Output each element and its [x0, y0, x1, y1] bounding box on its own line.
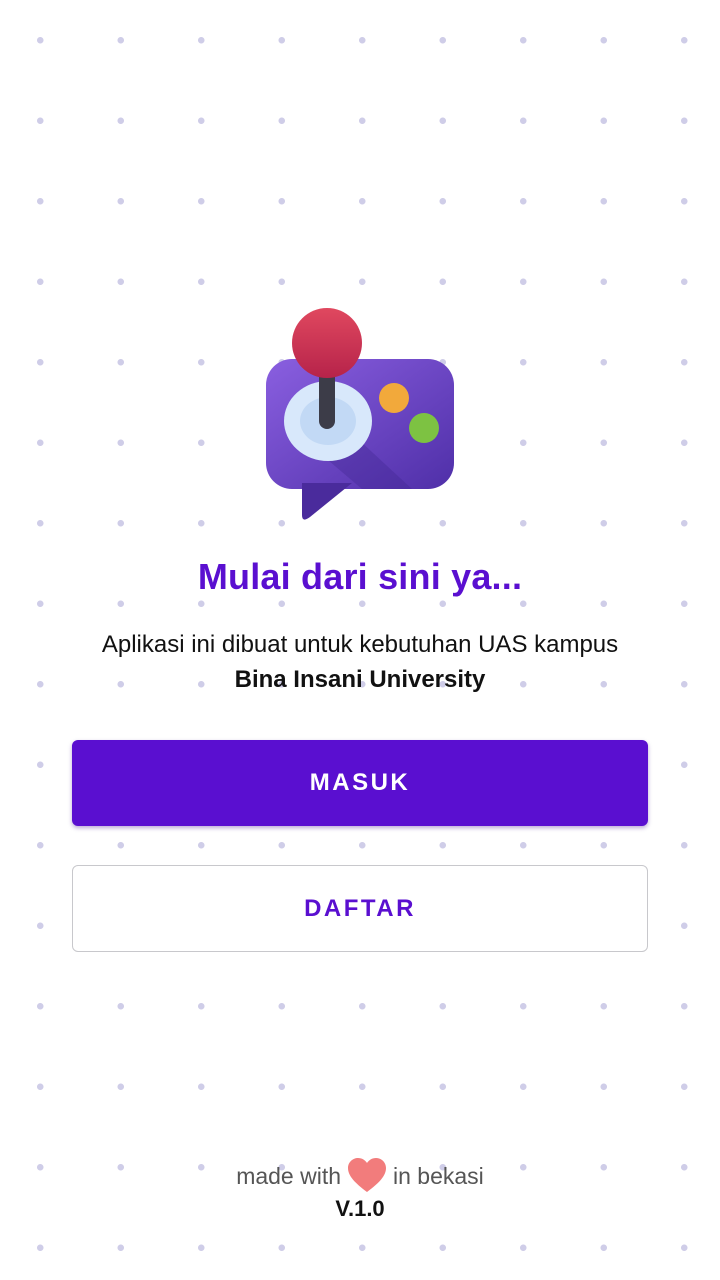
location-text: in bekasi [393, 1162, 484, 1189]
register-button[interactable]: DAFTAR [72, 865, 648, 952]
app-version: V.1.0 [335, 1196, 385, 1221]
footer-credit: made with in bekasi [0, 1158, 720, 1194]
welcome-headline: Mulai dari sini ya... [197, 556, 523, 597]
description-text: Aplikasi ini dibuat untuk kebutuhan UAS … [101, 631, 619, 658]
game-joystick-chat-icon [266, 308, 454, 520]
heart-icon [348, 1158, 387, 1192]
login-button[interactable]: MASUK [72, 740, 648, 826]
welcome-description: Aplikasi ini dibuat untuk kebutuhan UAS … [0, 627, 720, 697]
university-name: Bina Insani University [234, 666, 486, 693]
welcome-screen: Mulai dari sini ya... Aplikasi ini dibua… [0, 0, 720, 1280]
made-with-text: made with [236, 1162, 342, 1189]
